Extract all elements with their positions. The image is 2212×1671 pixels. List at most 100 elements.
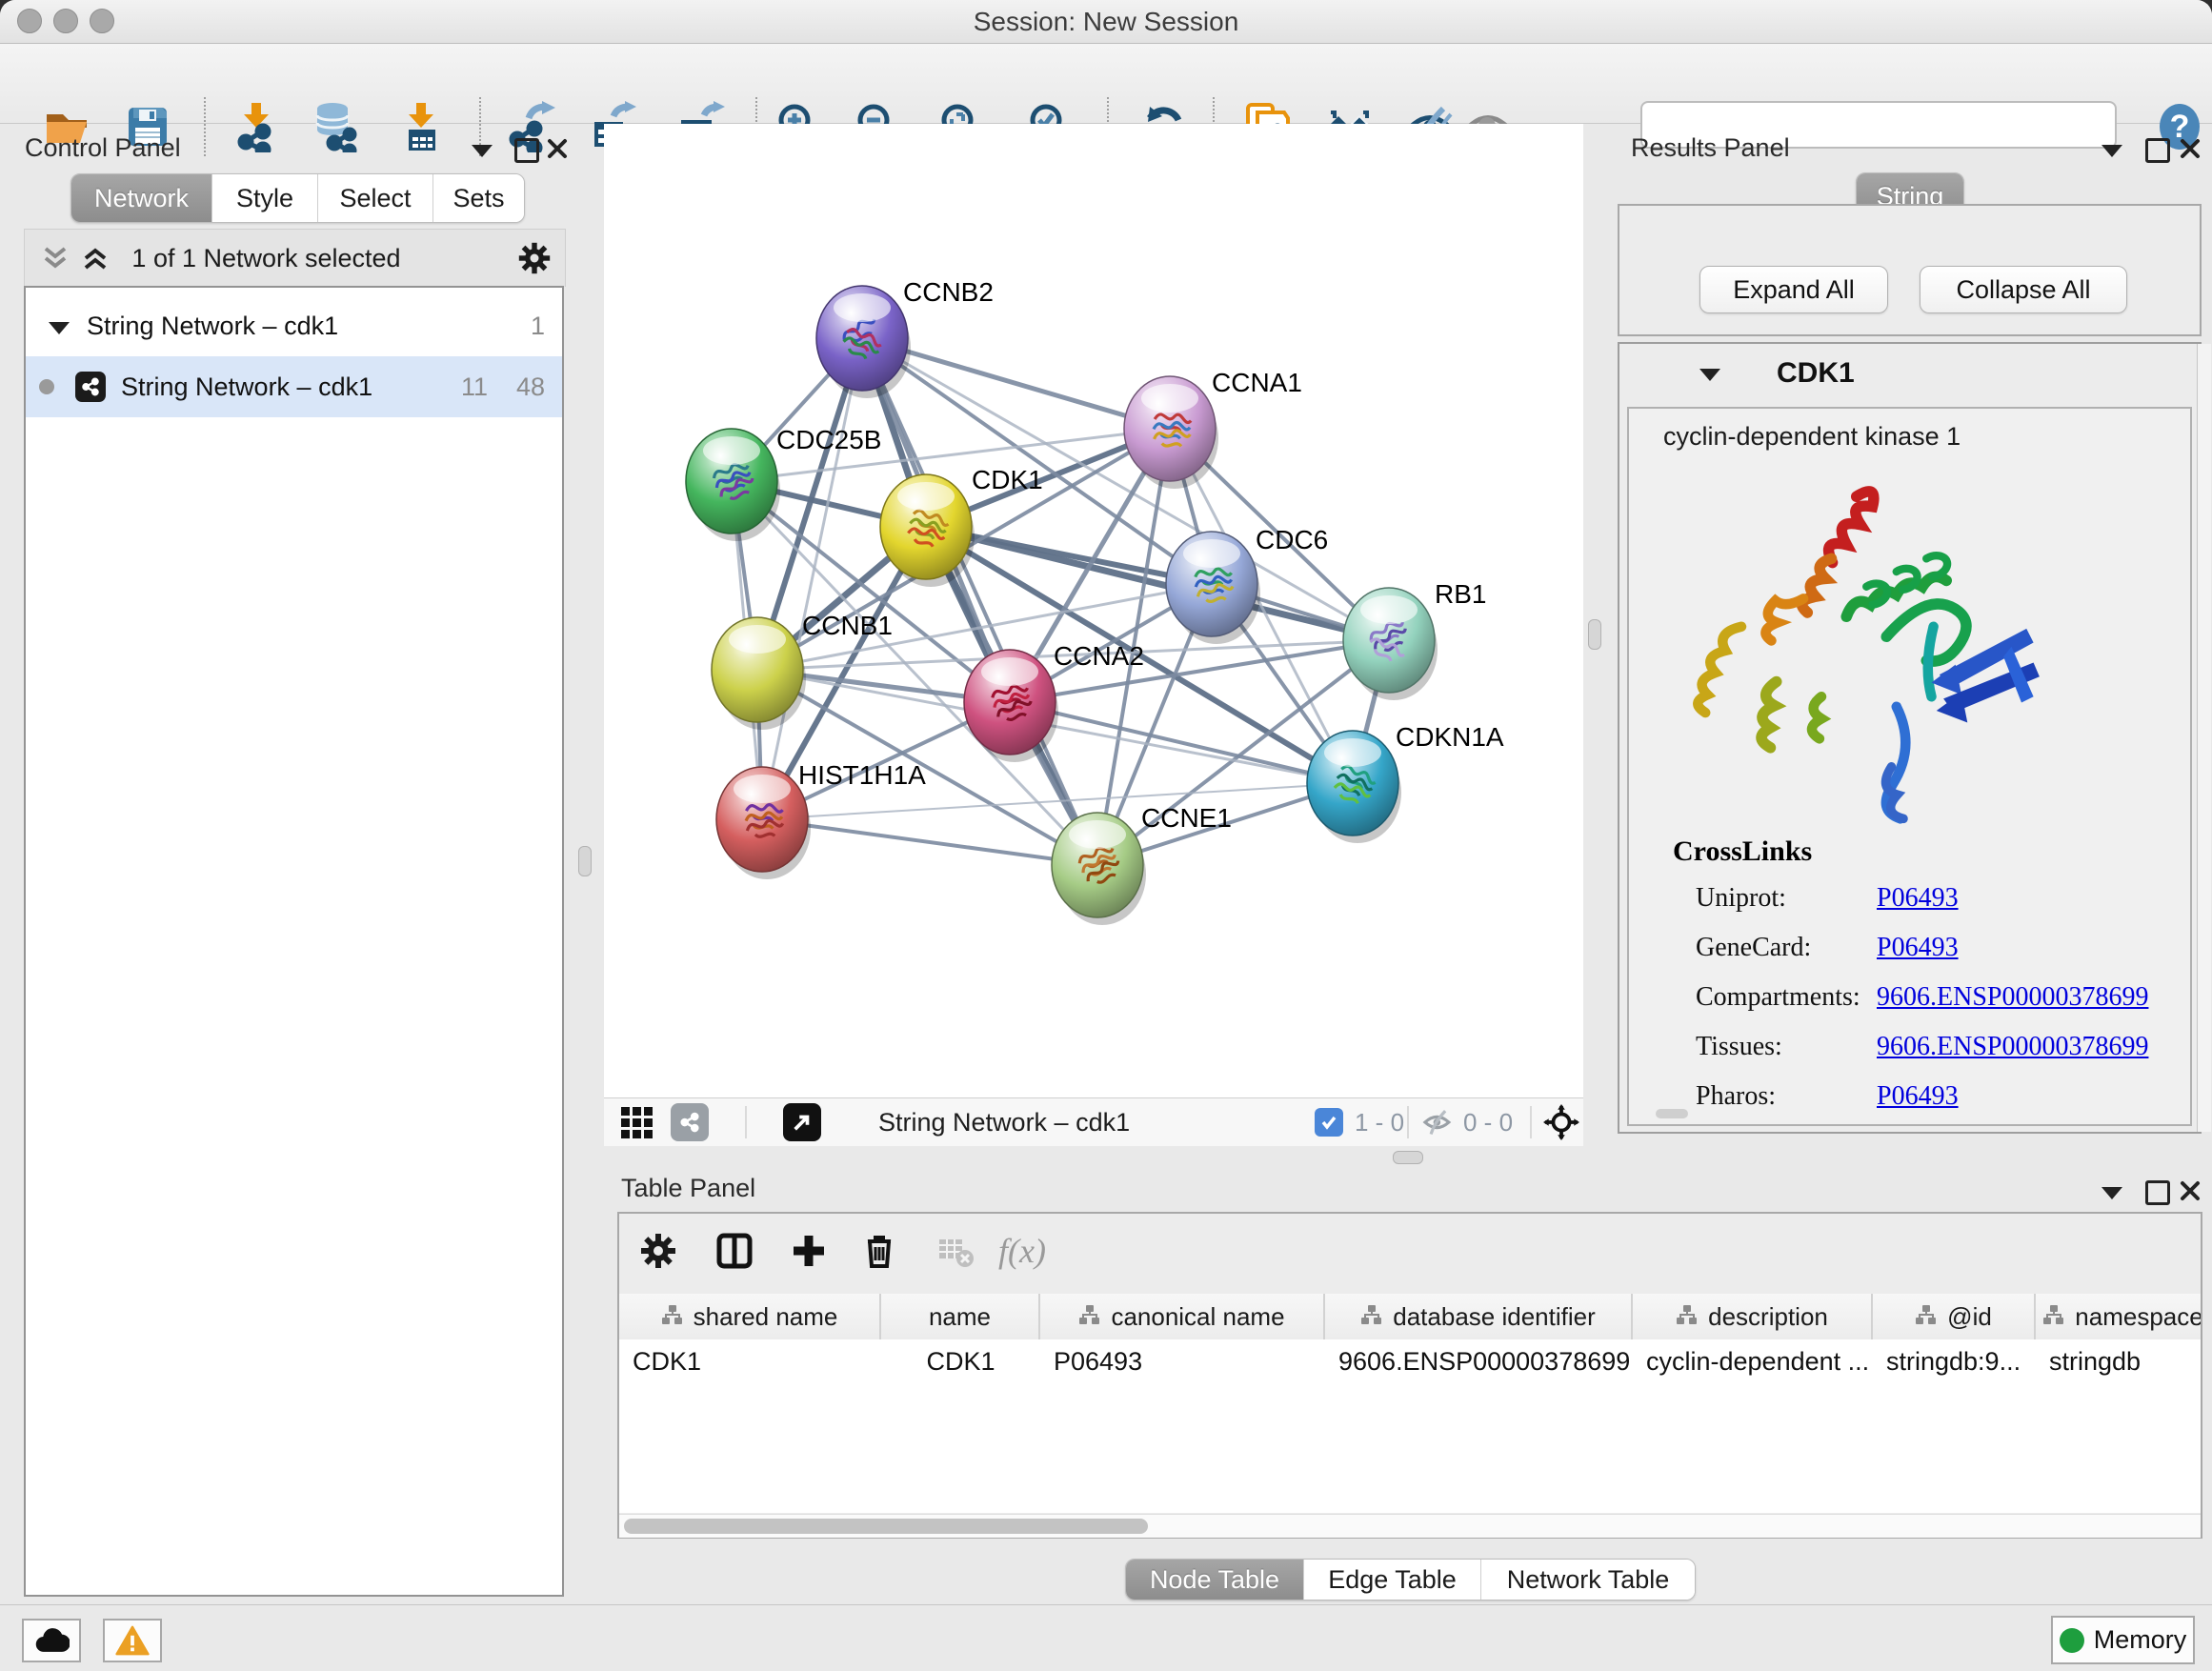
protein-structure-image [1681, 466, 2081, 837]
memory-button[interactable]: Memory [2051, 1616, 2195, 1664]
collapse-entry-icon[interactable] [1699, 369, 1720, 381]
hscroll-thumb[interactable] [1656, 1109, 1688, 1118]
results-panel-title: Results Panel [1631, 133, 1790, 163]
network-node-ccnb1[interactable] [712, 617, 806, 730]
detach-view-icon[interactable] [783, 1103, 821, 1141]
node-label: CDKN1A [1396, 722, 1504, 752]
network-edge[interactable] [762, 338, 862, 819]
results-scrollbar[interactable] [2197, 344, 2211, 1132]
expand-all-button[interactable]: Expand All [1699, 266, 1888, 313]
network-node-ccna2[interactable] [964, 650, 1058, 762]
table-header: shared namenamecanonical name database id… [619, 1294, 2201, 1340]
table-cell[interactable]: stringdb:9... [1873, 1347, 2036, 1377]
import-table-file-icon[interactable] [395, 101, 447, 152]
panel-menu-icon[interactable] [472, 145, 493, 157]
network-node-ccne1[interactable] [1052, 813, 1146, 925]
warning-button[interactable] [103, 1619, 162, 1662]
close-panel-icon[interactable] [547, 138, 568, 159]
column-label: namespace [2075, 1302, 2201, 1332]
splitter-handle[interactable] [578, 846, 592, 876]
app-window: Session: New Session [0, 0, 2212, 1671]
table-cell[interactable]: cyclin-dependent ... [1633, 1347, 1873, 1377]
network-view-toolbar: String Network – cdk1 1 - 0 0 - 0 [604, 1097, 1583, 1146]
grid-view-icon[interactable] [619, 1105, 654, 1139]
column-header-namespace[interactable]: namespace [2036, 1294, 2201, 1339]
table-cell[interactable]: P06493 [1040, 1347, 1325, 1377]
float-panel-icon[interactable] [2145, 138, 2170, 163]
network-row[interactable]: String Network – cdk1 11 48 [26, 356, 562, 417]
network-node-hist1h1a[interactable] [716, 767, 811, 879]
network-edge[interactable] [1010, 702, 1353, 783]
column-header-shared-name[interactable]: shared name [619, 1294, 881, 1339]
crosslink-link[interactable]: 9606.ENSP00000378699 [1877, 1032, 2148, 1062]
crosslink-link[interactable]: 9606.ENSP00000378699 [1877, 982, 2148, 1013]
close-panel-icon[interactable] [2180, 1180, 2201, 1201]
import-network-file-icon[interactable] [231, 101, 282, 152]
tab-edge-table[interactable]: Edge Table [1304, 1560, 1481, 1600]
network-node-cdc25b[interactable] [686, 429, 780, 541]
tab-network[interactable]: Network [71, 174, 212, 222]
tab-style[interactable]: Style [212, 174, 318, 222]
collapse-all-button[interactable]: Collapse All [1920, 266, 2127, 313]
tab-node-table[interactable]: Node Table [1126, 1560, 1304, 1600]
network-node-cdk1[interactable] [880, 474, 975, 587]
close-panel-icon[interactable] [2180, 138, 2201, 159]
crosslink-row: Compartments:9606.ENSP00000378699 [1696, 973, 2172, 1022]
function-builder-icon: f(x) [1000, 1229, 1044, 1273]
network-node-cdc6[interactable] [1166, 532, 1260, 644]
tab-network-table[interactable]: Network Table [1481, 1560, 1695, 1600]
network-node-rb1[interactable] [1343, 588, 1438, 700]
column-header-@id[interactable]: @id [1873, 1294, 2036, 1339]
gear-icon[interactable] [517, 241, 552, 275]
warning-icon [115, 1625, 150, 1656]
show-columns-icon[interactable] [713, 1229, 756, 1273]
network-view-icon[interactable] [671, 1103, 709, 1141]
tab-sets[interactable]: Sets [433, 174, 524, 222]
hidden-eye-icon[interactable] [1421, 1108, 1454, 1137]
column-header-description[interactable]: description [1633, 1294, 1873, 1339]
network-collection-row[interactable]: String Network – cdk1 1 [26, 295, 562, 356]
crosslink-label: Compartments: [1696, 982, 1877, 1013]
column-header-database-identifier[interactable]: database identifier [1325, 1294, 1633, 1339]
crosslink-link[interactable]: P06493 [1877, 883, 1959, 914]
network-icon [75, 372, 106, 402]
panel-menu-icon[interactable] [2101, 145, 2122, 157]
tab-select[interactable]: Select [318, 174, 433, 222]
collapse-icon[interactable] [49, 322, 70, 334]
network-node-ccnb2[interactable] [816, 286, 911, 398]
import-network-database-icon[interactable] [310, 101, 361, 152]
column-header-name[interactable]: name [881, 1294, 1040, 1339]
table-hscrollbar[interactable] [619, 1514, 2201, 1538]
column-header-canonical-name[interactable]: canonical name [1040, 1294, 1325, 1339]
splitter-handle[interactable] [1588, 619, 1601, 650]
panel-menu-icon[interactable] [2101, 1187, 2122, 1199]
column-label: database identifier [1393, 1302, 1595, 1332]
float-panel-icon[interactable] [514, 138, 539, 163]
network-edge[interactable] [762, 819, 1097, 865]
splitter-handle[interactable] [1393, 1151, 1423, 1164]
column-type-icon [2042, 1302, 2065, 1332]
add-column-icon[interactable] [787, 1229, 831, 1273]
node-count: 11 [461, 372, 488, 402]
window-title: Session: New Session [0, 7, 2212, 37]
column-label: @id [1947, 1302, 1992, 1332]
delete-column-icon[interactable] [857, 1229, 901, 1273]
network-node-cdkn1a[interactable] [1307, 731, 1401, 843]
gene-details: cyclin-dependent kinase 1 [1627, 407, 2192, 1126]
gene-name: CDK1 [1777, 357, 1855, 390]
network-node-ccna1[interactable] [1124, 376, 1218, 489]
table-cell[interactable]: CDK1 [881, 1347, 1040, 1377]
table-cell[interactable]: 9606.ENSP00000378699 [1325, 1347, 1633, 1377]
network-canvas[interactable]: CCNB2CCNA1CDC25BCDK1CDC6RB1CCNB1CCNA2CDK… [604, 124, 1583, 1097]
cloud-button[interactable] [22, 1619, 81, 1662]
table-row[interactable]: CDK1CDK1P064939606.ENSP00000378699cyclin… [619, 1339, 2201, 1383]
table-cell[interactable]: CDK1 [619, 1347, 881, 1377]
float-panel-icon[interactable] [2145, 1180, 2170, 1205]
table-gear-icon[interactable] [636, 1229, 680, 1273]
scroll-thumb[interactable] [624, 1519, 1148, 1534]
crosslink-link[interactable]: P06493 [1877, 933, 1959, 963]
selected-checkbox-icon[interactable] [1315, 1108, 1343, 1137]
table-cell[interactable]: stringdb [2036, 1347, 2201, 1377]
fit-selected-icon[interactable] [1543, 1104, 1579, 1140]
crosslink-link[interactable]: P06493 [1877, 1081, 1959, 1112]
